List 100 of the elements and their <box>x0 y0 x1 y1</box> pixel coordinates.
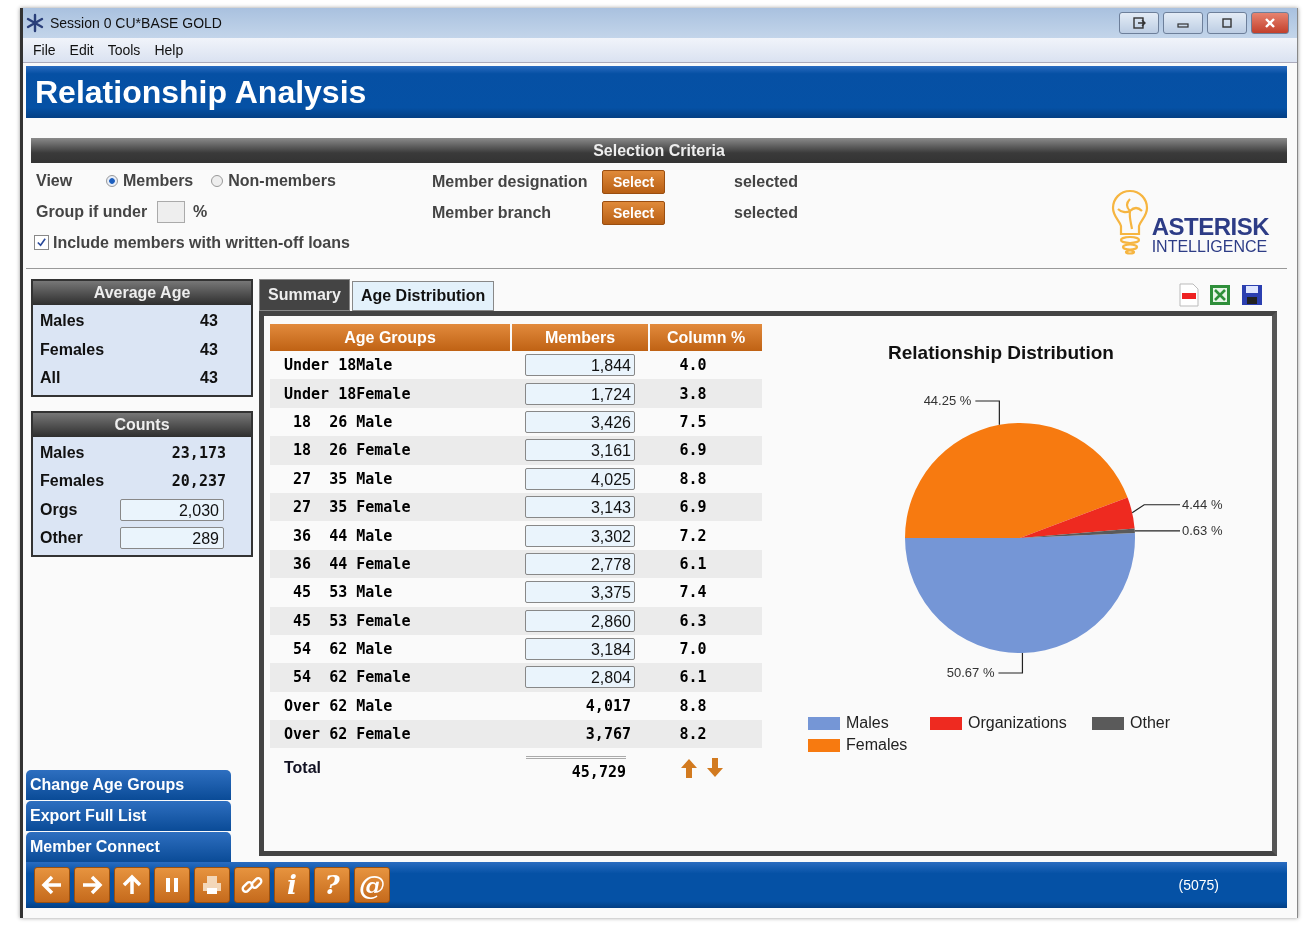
menu-item[interactable]: Edit <box>63 42 102 58</box>
spreadsheet-icon[interactable] <box>1209 284 1231 306</box>
table-cell-text: 36 44 Female <box>292 554 412 573</box>
arrow-right-icon <box>80 873 104 897</box>
up-button[interactable] <box>114 867 150 903</box>
checkmark-icon <box>36 237 47 248</box>
member-count-field[interactable]: 3,143 <box>525 496 635 519</box>
table-cell-text: 7.2 <box>678 526 708 545</box>
row-value: 43 <box>200 369 218 388</box>
row-label: Females <box>40 340 106 359</box>
save-icon[interactable] <box>1241 284 1263 306</box>
member-count-field[interactable]: 2,804 <box>525 666 635 689</box>
logo-subtext: INTELLIGENCE <box>1151 239 1269 255</box>
table-cell-text: 7.4 <box>678 583 708 602</box>
member-count-field[interactable]: 4,025 <box>525 467 635 490</box>
tab[interactable]: Age Distribution <box>351 281 495 311</box>
table-cell-text: 18 26 Female <box>292 441 412 460</box>
logo-text: ASTERISK <box>1151 215 1269 239</box>
column-header: Members <box>512 324 648 351</box>
radio-option[interactable]: Members <box>106 171 194 190</box>
screen-code: (5075) <box>1178 877 1219 893</box>
link-button[interactable] <box>234 867 270 903</box>
table-cell-text: 54 62 Male <box>292 640 394 659</box>
tab[interactable]: Summary <box>259 279 350 311</box>
arrow-up-icon[interactable] <box>679 757 699 780</box>
forward-button[interactable] <box>74 867 110 903</box>
table-cell-text: 3,767 <box>584 725 632 744</box>
count-field[interactable]: 2,030 <box>120 498 224 521</box>
pause-button[interactable] <box>154 867 190 903</box>
print-button[interactable] <box>194 867 230 903</box>
menu-item[interactable]: Help <box>148 42 192 58</box>
legend-label: Organizations <box>968 714 1067 732</box>
data-label: 50.67 % <box>946 665 995 680</box>
close-button[interactable] <box>1251 12 1289 34</box>
leader-line <box>1131 504 1181 514</box>
leader-line <box>997 652 1024 674</box>
member-count-field[interactable]: 3,375 <box>525 581 635 604</box>
section-title: Selection Criteria <box>593 141 725 160</box>
table-cell-text: Under 18Male <box>283 356 394 375</box>
lightbulb-icon <box>1109 189 1150 255</box>
table-cell-text: 6.9 <box>678 441 708 460</box>
row-label: All <box>40 369 62 388</box>
member-count-field[interactable]: 1,724 <box>525 382 635 405</box>
action-button[interactable]: Change Age Groups <box>26 770 231 800</box>
menu-item[interactable]: Tools <box>101 42 149 58</box>
table-cell-text: 45 53 Female <box>292 611 412 630</box>
table-cell-text: Over 62 Female <box>283 725 412 744</box>
pdf-icon[interactable] <box>1179 283 1199 307</box>
field-label: Member designation <box>432 172 589 191</box>
row-label: Males <box>40 312 86 331</box>
table-cell-text: 6.1 <box>678 554 708 573</box>
table-cell-text: 27 35 Female <box>292 498 412 517</box>
table-cell-text: 18 26 Male <box>292 412 394 431</box>
table-cell-text: 4.0 <box>678 356 708 375</box>
member-count-field[interactable]: 3,161 <box>525 439 635 462</box>
minimize-button[interactable] <box>1163 12 1203 34</box>
row-value: 43 <box>200 340 218 359</box>
table-cell-text: 8.8 <box>678 696 708 715</box>
table-cell-text: Under 18Female <box>283 384 412 403</box>
member-count-field[interactable]: 2,860 <box>525 609 635 632</box>
percent-field[interactable] <box>157 200 186 223</box>
table-cell-text: Over 62 Male <box>283 696 394 715</box>
table-cell-text: 4,017 <box>584 696 632 715</box>
table-cell-text: 6.1 <box>678 668 708 687</box>
table-cell-text: 7.5 <box>678 412 708 431</box>
action-button[interactable]: Member Connect <box>26 832 231 862</box>
member-count-field[interactable]: 3,302 <box>525 524 635 547</box>
count-field[interactable]: 289 <box>120 527 224 550</box>
leader-line <box>1134 530 1181 532</box>
radio-option[interactable]: Non-members <box>211 171 336 190</box>
panel-title: Counts <box>114 415 170 434</box>
menu-item[interactable]: File <box>27 42 64 58</box>
column-header: Column % <box>650 324 762 351</box>
field-label: View <box>36 171 74 190</box>
panel-title: Average Age <box>93 284 191 302</box>
table-cell-text: 7.0 <box>678 640 708 659</box>
legend-label: Other <box>1130 714 1170 732</box>
data-label: 44.25 % <box>923 393 972 408</box>
member-count-field[interactable]: 3,426 <box>525 410 635 433</box>
table-cell-text: 54 62 Female <box>292 668 412 687</box>
table-cell-text: 36 44 Male <box>292 526 394 545</box>
row-value: 20,237 <box>170 472 226 491</box>
unit-label: % <box>193 202 208 221</box>
row-label: Females <box>40 472 106 491</box>
page-title: Relationship Analysis <box>35 73 367 111</box>
member-count-field[interactable]: 3,184 <box>525 638 635 661</box>
member-count-field[interactable]: 1,844 <box>525 354 635 377</box>
action-button[interactable]: Export Full List <box>26 801 231 831</box>
status-text: selected <box>734 203 799 222</box>
arrow-up-icon <box>120 873 144 897</box>
switch-window-button[interactable] <box>1119 12 1159 34</box>
member-count-field[interactable]: 2,778 <box>525 552 635 575</box>
legend-label: Males <box>846 714 889 732</box>
row-label: Orgs <box>40 500 79 519</box>
maximize-button[interactable] <box>1207 12 1247 34</box>
field-label: Member branch <box>432 203 553 222</box>
row-value: 23,173 <box>170 443 226 462</box>
checkbox-option[interactable]: Include members with written-off loans <box>34 233 350 252</box>
back-button[interactable] <box>34 867 70 903</box>
total-value: 45,729 <box>526 755 626 781</box>
